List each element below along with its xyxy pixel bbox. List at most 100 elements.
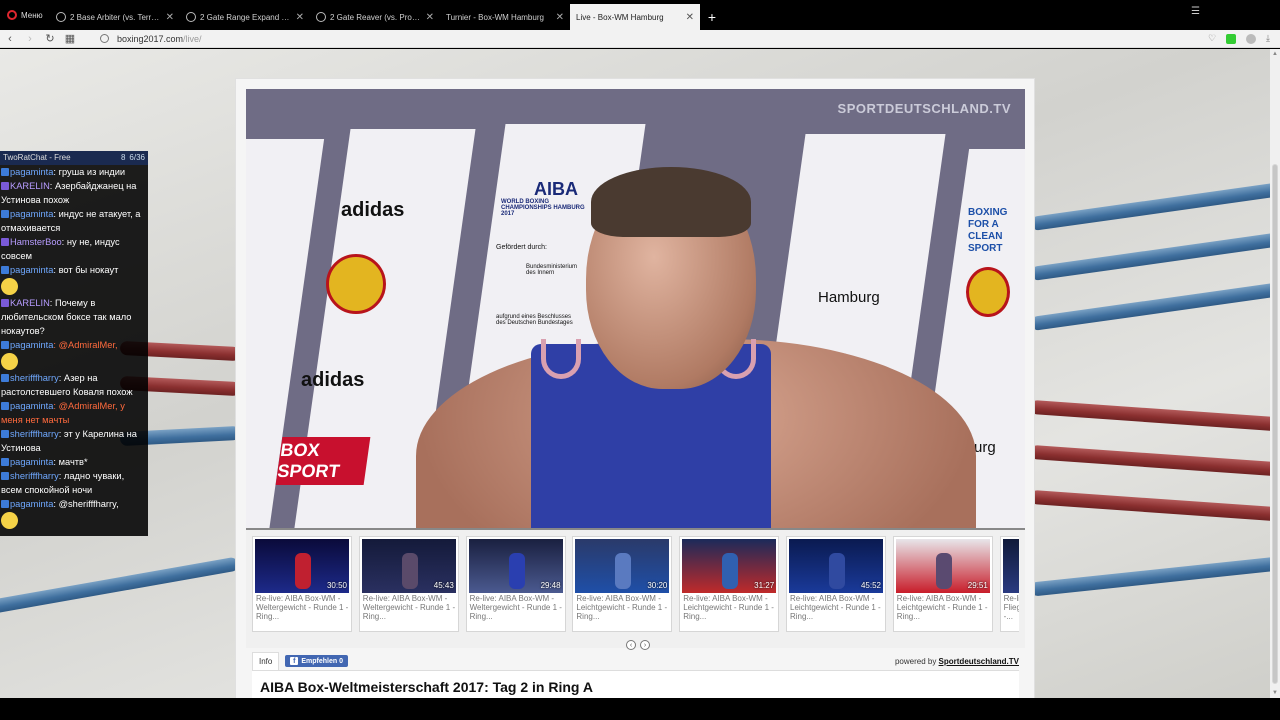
tab-close-icon[interactable]: ✕ [166,12,174,23]
scrollbar-thumb[interactable] [1272,164,1278,684]
video-thumbnail[interactable]: 30:50 Re-live: AIBA Box-WM - Weltergewich… [252,536,352,632]
powered-by: powered by Sportdeutschland.TV [895,657,1019,666]
bookmark-heart-icon[interactable]: ♡ [1208,33,1216,44]
opera-menu-button[interactable]: Меню [0,0,50,30]
federation-seal-icon [326,254,386,314]
reload-icon[interactable]: ↻ [40,32,60,45]
tab-info[interactable]: Info [252,652,280,670]
clean-sport-logo: BOXING FOR A CLEAN SPORT [968,207,1008,254]
viewer-count: 6/36 [129,153,145,162]
chat-message: pagaminta: вот бы нокаут [1,263,147,296]
thumbnail-caption: Re-live: AIBA Box-WM - Weltergewicht - R… [256,594,349,621]
aiba-subtitle: WORLD BOXING CHAMPIONSHIPS HAMBURG 2017 [501,199,585,217]
tab-title: Turnier - Box-WM Hamburg [446,12,544,22]
twitch-icon [1,341,9,349]
powered-prefix: powered by [894,656,937,666]
twitch-icon [1,430,9,438]
tab-close-icon[interactable]: ✕ [556,12,564,23]
facebook-like-label: Empfehlen 0 [301,657,343,665]
browser-tab[interactable]: 2 Base Arbiter (vs. Terran) ✕ [50,4,180,30]
tab-close-icon[interactable]: ✕ [426,12,434,23]
tab-close-icon[interactable]: ✕ [296,12,304,23]
tab-title: Live - Box-WM Hamburg [576,12,664,22]
ring-rope-blue [1029,555,1270,597]
browser-tab[interactable]: Live - Box-WM Hamburg ✕ [570,4,700,30]
smiley-emoji-icon [1,278,18,295]
sportdeutschland-link[interactable]: Sportdeutschland.TV [939,657,1019,666]
browser-tab[interactable]: 2 Gate Reaver (vs. Protoss) ✕ [310,4,440,30]
chat-text: : @sherifffharry, [53,499,119,509]
smiley-emoji-icon [1,512,18,529]
chat-message: pagaminta: @sherifffharry, [1,497,147,530]
goodgame-icon [1,182,9,190]
bundestag-label: aufgrund eines Beschlusses des Deutschen… [496,314,573,326]
sc2-icon [186,12,196,22]
twitch-icon [1,500,9,508]
chat-message: pagaminta: мачтв* [1,455,147,469]
back-icon[interactable]: ‹ [0,33,20,45]
tab-title: 2 Gate Reaver (vs. Protoss) [330,12,422,22]
url-field[interactable]: boxing2017.com/live/ [100,34,1208,44]
taskbar-strip [0,698,1280,720]
page-scrollbar[interactable]: ▲ ▼ [1270,49,1280,698]
boxer-vest-strap [541,339,581,379]
video-thumbnail[interactable]: Re-live: AIBA Box-WM - Fliegengewicht - … [999,536,1019,632]
thumbnail-duration: 45:52 [860,581,881,590]
video-thumbnail[interactable]: 45:43 Re-live: AIBA Box-WM - Weltergewich… [358,536,459,632]
sc2-icon [56,12,66,22]
chat-message: pagaminta: груша из индии [1,165,147,179]
chat-nick: KARELIN [10,181,50,191]
twitch-icon [1,168,9,176]
chat-nick: pagaminta [10,401,54,411]
video-player[interactable]: adidas adidas BOX SPORT AIBA WORLD BOXIN… [246,89,1025,528]
chat-text: : @AdmiralMer, [53,340,118,350]
tab-menu-icon[interactable]: ☰ [1191,6,1200,17]
chat-nick: sherifffharry [10,471,59,481]
video-thumbnail[interactable]: 29:51 Re-live: AIBA Box-WM - Leichtgewich… [892,536,993,632]
twitch-icon [1,402,9,410]
thumbnail-duration: 30:50 [326,581,347,590]
thumbnail-duration: 30:20 [647,581,668,590]
browser-tab-bar: Меню 2 Base Arbiter (vs. Terran) ✕ 2 Gate … [0,0,1280,30]
tab-close-icon[interactable]: ✕ [686,12,694,23]
scroll-down-icon[interactable]: ▼ [1272,690,1278,696]
twitch-icon [1,266,9,274]
chat-message: pagaminta: @AdmiralMer, [1,338,147,371]
chat-message: KARELIN: Азербайджанец на Устинова похож [1,179,147,207]
speed-dial-icon[interactable]: ▦ [60,32,80,45]
browser-tab[interactable]: 2 Gate Range Expand - Le... ✕ [180,4,310,30]
ring-rope-red [1029,444,1270,478]
download-icon[interactable]: ⤓ [1266,33,1270,44]
video-thumbnail[interactable]: 29:48 Re-live: AIBA Box-WM - Weltergewich… [465,536,566,632]
facebook-like-button[interactable]: f Empfehlen 0 [285,655,348,667]
video-thumbnail[interactable]: 45:52 Re-live: AIBA Box-WM - Leichtgewich… [786,536,886,632]
new-tab-button[interactable]: + [700,4,724,30]
extension-icon[interactable] [1226,33,1237,44]
browser-tab[interactable]: Turnier - Box-WM Hamburg ✕ [440,4,570,30]
carousel-prev-icon[interactable]: ‹ [626,640,636,650]
video-thumbnail[interactable]: 31:27 Re-live: AIBA Box-WM - Leichtgewich… [679,536,780,632]
chat-message: sherifffharry: эт у Карелина на Устинова [1,427,147,455]
screen: { "browser": { "menu_label": "Меню", "ta… [0,0,1280,720]
ring-rope-blue [1030,230,1270,282]
chat-nick: HamsterBoo [10,237,62,247]
chat-nick: pagaminta [10,265,54,275]
url-path: /live/ [183,33,202,44]
chat-nick: sherifffharry [10,373,59,383]
chat-nick: pagaminta [10,209,54,219]
thumbnail-caption: Re-live: AIBA Box-WM - Leichtgewicht - R… [683,594,774,621]
carousel-arrows: ‹ › [626,640,650,650]
adidas-logo: adidas [341,199,405,221]
facebook-icon: f [290,657,299,665]
carousel-next-icon[interactable]: › [640,640,650,650]
smiley-emoji-icon [1,353,18,370]
globe-icon [100,34,109,43]
chat-nick: KARELIN [10,298,50,308]
chat-message: sherifffharry: Азер на растолстевшего Ко… [1,371,147,399]
extension-2-icon[interactable] [1246,33,1257,44]
thumbnail-caption: Re-live: AIBA Box-WM - Leichtgewicht - R… [576,594,668,621]
video-thumbnail[interactable]: 30:20 Re-live: AIBA Box-WM - Leichtgewich… [572,536,673,632]
forward-icon[interactable]: › [20,33,40,45]
scroll-up-icon[interactable]: ▲ [1272,51,1278,57]
chat-nick: pagaminta [10,340,54,350]
